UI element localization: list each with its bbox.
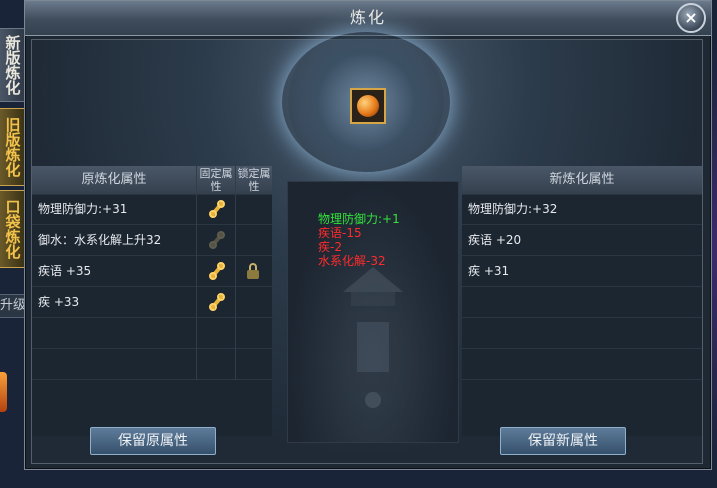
chain-link-icon[interactable] bbox=[208, 261, 226, 281]
table-row bbox=[32, 349, 272, 380]
diff-line: 疾语-15 bbox=[318, 226, 362, 240]
close-icon[interactable]: × bbox=[676, 3, 706, 33]
table-row bbox=[32, 318, 272, 349]
diff-line: 疾-2 bbox=[318, 240, 342, 254]
chain-link-icon[interactable] bbox=[208, 199, 226, 219]
attribute-text bbox=[462, 318, 702, 348]
tab-pocket-refine[interactable]: 口袋炼化 bbox=[0, 190, 25, 268]
refine-window: 炼化 原炼化属性 固定属性 锁定属性 物理防御力:+31 御水：水系化解上升32… bbox=[24, 0, 712, 470]
tab-old-refine[interactable]: 旧版炼化 bbox=[0, 108, 25, 186]
table-row: 物理防御力:+32 bbox=[462, 194, 702, 225]
attribute-text: 御水：水系化解上升32 bbox=[38, 233, 162, 247]
item-slot[interactable] bbox=[350, 88, 386, 124]
table-row: 疾语 +20 bbox=[462, 225, 702, 256]
attribute-text bbox=[462, 287, 702, 317]
lock-icon[interactable] bbox=[244, 261, 262, 281]
upgrade-chip[interactable]: 升级 bbox=[0, 294, 27, 318]
diff-line: 物理防御力:+1 bbox=[318, 212, 400, 226]
keep-new-button[interactable]: 保留新属性 bbox=[500, 427, 626, 455]
attribute-text: 物理防御力:+31 bbox=[38, 202, 128, 216]
table-row: 疾语 +35 bbox=[32, 256, 272, 287]
keep-original-button[interactable]: 保留原属性 bbox=[90, 427, 216, 455]
diff-line: 水系化解-32 bbox=[318, 254, 386, 268]
column-divider bbox=[235, 166, 236, 380]
attribute-text bbox=[32, 318, 196, 348]
lantern-ornament bbox=[343, 267, 403, 408]
attribute-text: 疾 +33 bbox=[38, 295, 80, 309]
new-attributes-header: 新炼化属性 bbox=[462, 166, 702, 195]
attribute-text: 疾语 +20 bbox=[468, 233, 522, 247]
original-attributes-header: 原炼化属性 bbox=[32, 166, 196, 195]
new-attributes-panel: 新炼化属性 物理防御力:+32 疾语 +20 疾 +31 bbox=[462, 166, 702, 436]
attribute-diff-list: 物理防御力:+1 疾语-15 疾-2 水系化解-32 bbox=[318, 212, 400, 268]
chain-link-icon[interactable] bbox=[208, 292, 226, 312]
table-row: 疾 +31 bbox=[462, 256, 702, 287]
titlebar: 炼化 bbox=[25, 1, 711, 36]
table-row bbox=[462, 349, 702, 380]
orange-chip bbox=[0, 372, 7, 412]
lock-attributes-header: 锁定属性 bbox=[236, 166, 272, 195]
chain-link-dim-icon[interactable] bbox=[208, 230, 226, 250]
attribute-text: 物理防御力:+32 bbox=[468, 202, 558, 216]
orange-gem-icon bbox=[357, 95, 379, 117]
refine-content: 原炼化属性 固定属性 锁定属性 物理防御力:+31 御水：水系化解上升32 疾语… bbox=[31, 32, 703, 464]
table-row: 物理防御力:+31 bbox=[32, 194, 272, 225]
original-attributes-panel: 原炼化属性 固定属性 锁定属性 物理防御力:+31 御水：水系化解上升32 疾语… bbox=[32, 166, 272, 436]
window-title: 炼化 bbox=[349, 8, 386, 27]
attribute-text bbox=[462, 349, 702, 379]
refine-result-panel: 物理防御力:+1 疾语-15 疾-2 水系化解-32 bbox=[287, 181, 459, 443]
table-row: 御水：水系化解上升32 bbox=[32, 225, 272, 256]
attribute-text: 疾 +31 bbox=[468, 264, 510, 278]
tab-new-refine[interactable]: 新版炼化 bbox=[0, 28, 25, 102]
table-row: 疾 +33 bbox=[32, 287, 272, 318]
table-row bbox=[462, 318, 702, 349]
attribute-text: 疾语 +35 bbox=[38, 264, 92, 278]
column-divider bbox=[196, 166, 197, 380]
fixed-attributes-header: 固定属性 bbox=[197, 166, 235, 195]
attribute-text bbox=[32, 349, 196, 379]
table-row bbox=[462, 287, 702, 318]
